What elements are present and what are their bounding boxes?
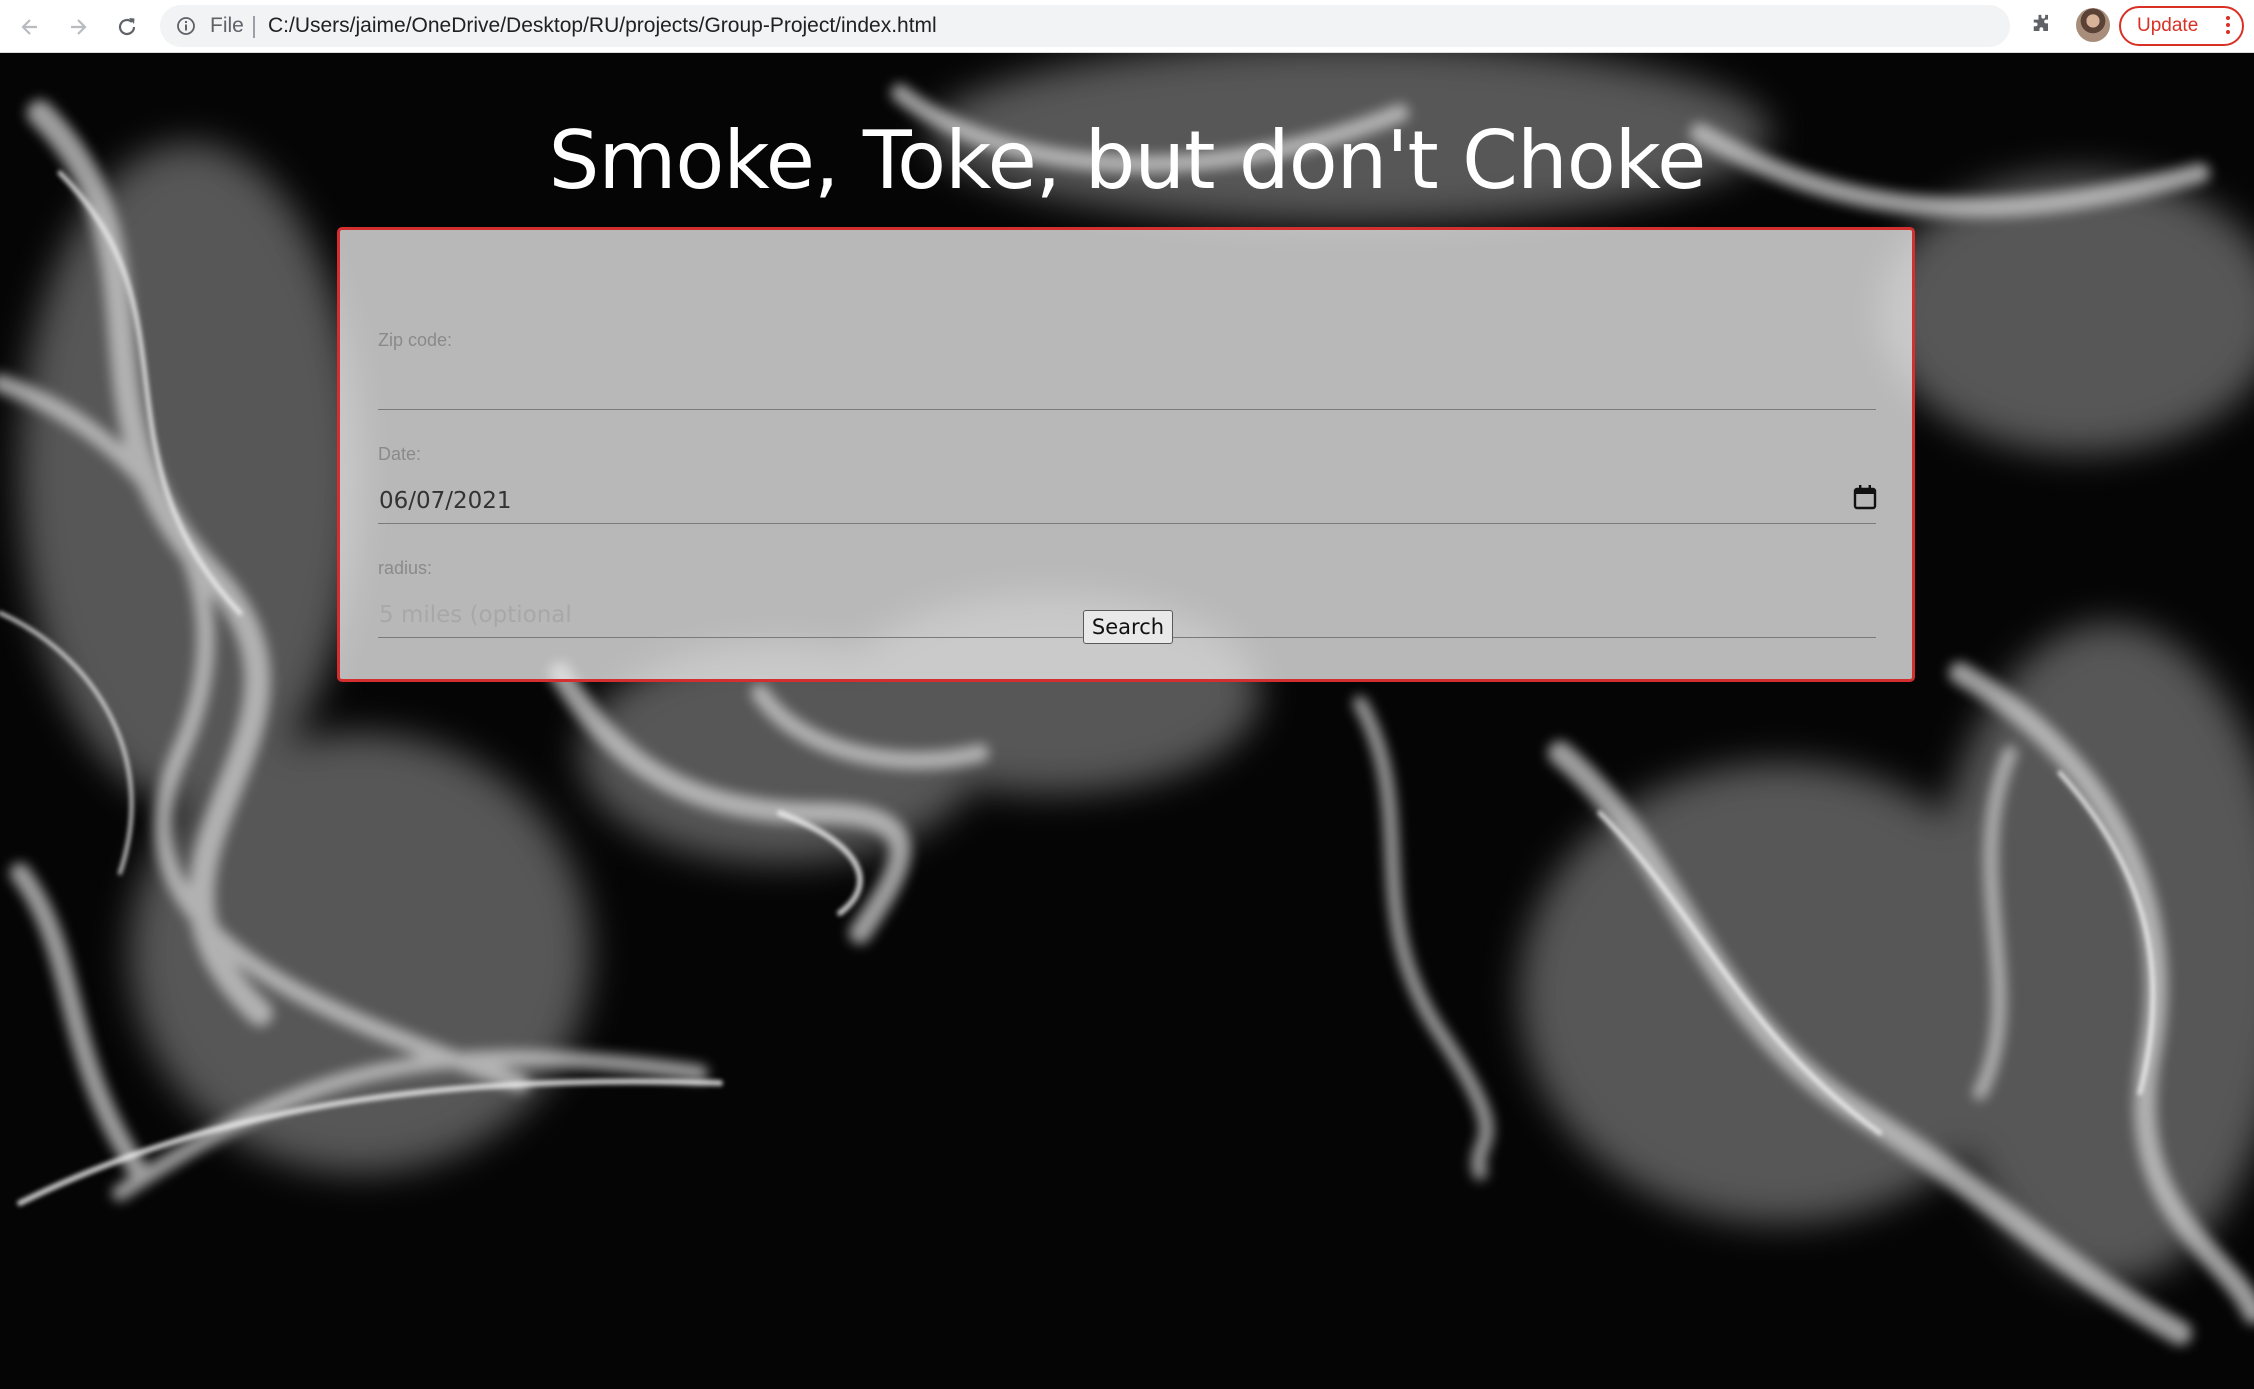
scheme-label: File [210, 14, 244, 37]
update-button[interactable]: Update [2119, 6, 2244, 46]
date-value: 06/07/2021 [379, 488, 512, 514]
zip-field: Zip code: [378, 330, 1876, 410]
page-title: Smoke, Toke, but don't Choke [548, 114, 1707, 207]
menu-icon [2226, 16, 2230, 36]
page-viewport: Smoke, Toke, but don't Choke Zip code: D… [0, 53, 2254, 1389]
date-field: Date: 06/07/2021 [378, 444, 1877, 524]
date-input[interactable] [378, 476, 1876, 524]
info-icon[interactable] [176, 16, 196, 36]
back-icon [21, 19, 37, 35]
forward-icon [71, 19, 87, 35]
radius-label: radius: [378, 558, 433, 578]
url-text[interactable]: C:/Users/jaime/OneDrive/Desktop/RU/proje… [268, 5, 937, 47]
back-button[interactable] [13, 10, 47, 44]
search-form: Zip code: Date: 06/07/2021 radius: 5 mil… [337, 227, 1915, 682]
reload-icon [118, 18, 136, 36]
search-button[interactable]: Search [1083, 610, 1173, 644]
avatar[interactable] [2076, 8, 2110, 42]
extensions-icon[interactable] [2029, 12, 2053, 36]
calendar-icon[interactable] [1853, 484, 1877, 510]
zip-input[interactable] [378, 362, 1876, 410]
radius-placeholder: 5 miles (optional [379, 602, 572, 628]
omnibox-divider [253, 16, 255, 38]
forward-button[interactable] [61, 10, 95, 44]
browser-toolbar: File C:/Users/jaime/OneDrive/Desktop/RU/… [0, 0, 2254, 53]
update-label: Update [2137, 15, 2199, 36]
date-label: Date: [378, 444, 422, 464]
reload-button[interactable] [110, 10, 144, 44]
zip-label: Zip code: [378, 330, 453, 350]
address-bar[interactable]: File C:/Users/jaime/OneDrive/Desktop/RU/… [160, 5, 2150, 47]
